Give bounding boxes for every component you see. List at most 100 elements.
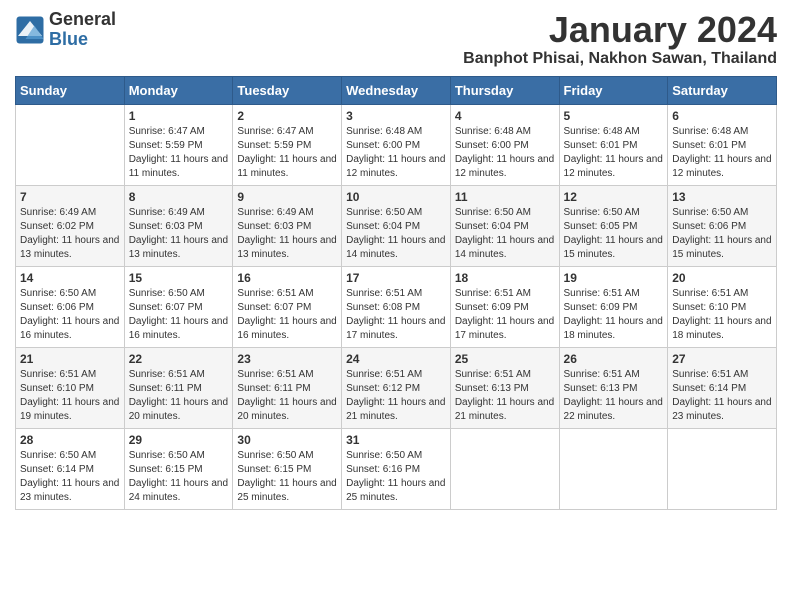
day-info: Sunrise: 6:47 AM Sunset: 5:59 PM Dayligh…	[129, 125, 229, 181]
day-of-week-header: Monday	[124, 76, 233, 104]
day-number: 20	[672, 271, 772, 285]
day-number: 7	[20, 190, 120, 204]
calendar-week-row: 7 Sunrise: 6:49 AM Sunset: 6:02 PM Daylig…	[16, 185, 777, 266]
day-info: Sunrise: 6:50 AM Sunset: 6:05 PM Dayligh…	[564, 206, 664, 262]
day-number: 14	[20, 271, 120, 285]
day-number: 27	[672, 352, 772, 366]
calendar-cell: 21 Sunrise: 6:51 AM Sunset: 6:10 PM Dayli…	[16, 347, 125, 428]
day-number: 23	[237, 352, 337, 366]
calendar-cell: 20 Sunrise: 6:51 AM Sunset: 6:10 PM Dayli…	[668, 266, 777, 347]
day-info: Sunrise: 6:51 AM Sunset: 6:11 PM Dayligh…	[129, 368, 229, 424]
day-info: Sunrise: 6:48 AM Sunset: 6:01 PM Dayligh…	[672, 125, 772, 181]
day-number: 17	[346, 271, 446, 285]
calendar-cell: 17 Sunrise: 6:51 AM Sunset: 6:08 PM Dayli…	[342, 266, 451, 347]
day-number: 22	[129, 352, 229, 366]
day-info: Sunrise: 6:51 AM Sunset: 6:11 PM Dayligh…	[237, 368, 337, 424]
day-number: 3	[346, 109, 446, 123]
logo-general: General	[49, 10, 116, 30]
calendar-cell: 19Sunrise: 6:51 AM Sunset: 6:09 PM Dayli…	[559, 266, 668, 347]
day-number: 8	[129, 190, 229, 204]
calendar-cell: 15 Sunrise: 6:50 AM Sunset: 6:07 PM Dayli…	[124, 266, 233, 347]
day-number: 5	[564, 109, 664, 123]
calendar-cell: 7 Sunrise: 6:49 AM Sunset: 6:02 PM Daylig…	[16, 185, 125, 266]
day-number: 9	[237, 190, 337, 204]
day-info: Sunrise: 6:51 AM Sunset: 6:13 PM Dayligh…	[564, 368, 664, 424]
day-number: 26	[564, 352, 664, 366]
day-info: Sunrise: 6:50 AM Sunset: 6:06 PM Dayligh…	[20, 287, 120, 343]
subtitle: Banphot Phisai, Nakhon Sawan, Thailand	[463, 50, 777, 68]
day-of-week-header: Friday	[559, 76, 668, 104]
calendar-cell: 10 Sunrise: 6:50 AM Sunset: 6:04 PM Dayli…	[342, 185, 451, 266]
day-number: 4	[455, 109, 555, 123]
day-number: 28	[20, 433, 120, 447]
day-number: 1	[129, 109, 229, 123]
day-number: 15	[129, 271, 229, 285]
calendar-cell	[559, 428, 668, 509]
day-number: 21	[20, 352, 120, 366]
day-info: Sunrise: 6:51 AM Sunset: 6:08 PM Dayligh…	[346, 287, 446, 343]
calendar-cell	[16, 104, 125, 185]
day-number: 2	[237, 109, 337, 123]
day-info: Sunrise: 6:50 AM Sunset: 6:15 PM Dayligh…	[237, 449, 337, 505]
calendar-cell	[450, 428, 559, 509]
calendar-week-row: 28 Sunrise: 6:50 AM Sunset: 6:14 PM Dayli…	[16, 428, 777, 509]
day-info: Sunrise: 6:50 AM Sunset: 6:06 PM Dayligh…	[672, 206, 772, 262]
day-of-week-header: Tuesday	[233, 76, 342, 104]
calendar-cell: 2 Sunrise: 6:47 AM Sunset: 5:59 PM Daylig…	[233, 104, 342, 185]
day-number: 19	[564, 271, 664, 285]
day-info: Sunrise: 6:50 AM Sunset: 6:16 PM Dayligh…	[346, 449, 446, 505]
day-info: Sunrise: 6:50 AM Sunset: 6:04 PM Dayligh…	[346, 206, 446, 262]
calendar-cell: 12 Sunrise: 6:50 AM Sunset: 6:05 PM Dayli…	[559, 185, 668, 266]
calendar-week-row: 14 Sunrise: 6:50 AM Sunset: 6:06 PM Dayli…	[16, 266, 777, 347]
calendar-week-row: 1 Sunrise: 6:47 AM Sunset: 5:59 PM Daylig…	[16, 104, 777, 185]
day-number: 30	[237, 433, 337, 447]
day-info: Sunrise: 6:51 AM Sunset: 6:10 PM Dayligh…	[20, 368, 120, 424]
calendar-cell	[668, 428, 777, 509]
day-info: Sunrise: 6:48 AM Sunset: 6:01 PM Dayligh…	[564, 125, 664, 181]
day-number: 25	[455, 352, 555, 366]
day-info: Sunrise: 6:51 AM Sunset: 6:10 PM Dayligh…	[672, 287, 772, 343]
calendar-cell: 25Sunrise: 6:51 AM Sunset: 6:13 PM Dayli…	[450, 347, 559, 428]
page-header: General Blue January 2024 Banphot Phisai…	[15, 10, 777, 68]
calendar-week-row: 21 Sunrise: 6:51 AM Sunset: 6:10 PM Dayli…	[16, 347, 777, 428]
day-info: Sunrise: 6:51 AM Sunset: 6:07 PM Dayligh…	[237, 287, 337, 343]
logo-blue: Blue	[49, 30, 116, 50]
day-number: 13	[672, 190, 772, 204]
calendar-cell: 22 Sunrise: 6:51 AM Sunset: 6:11 PM Dayli…	[124, 347, 233, 428]
calendar-cell: 18Sunrise: 6:51 AM Sunset: 6:09 PM Dayli…	[450, 266, 559, 347]
calendar-cell: 5 Sunrise: 6:48 AM Sunset: 6:01 PM Daylig…	[559, 104, 668, 185]
day-number: 6	[672, 109, 772, 123]
day-number: 12	[564, 190, 664, 204]
day-info: Sunrise: 6:50 AM Sunset: 6:07 PM Dayligh…	[129, 287, 229, 343]
calendar-header-row: SundayMondayTuesdayWednesdayThursdayFrid…	[16, 76, 777, 104]
main-title: January 2024	[463, 10, 777, 50]
calendar-cell: 13 Sunrise: 6:50 AM Sunset: 6:06 PM Dayli…	[668, 185, 777, 266]
day-info: Sunrise: 6:50 AM Sunset: 6:15 PM Dayligh…	[129, 449, 229, 505]
calendar-cell: 11Sunrise: 6:50 AM Sunset: 6:04 PM Dayli…	[450, 185, 559, 266]
calendar-cell: 16 Sunrise: 6:51 AM Sunset: 6:07 PM Dayli…	[233, 266, 342, 347]
day-info: Sunrise: 6:49 AM Sunset: 6:02 PM Dayligh…	[20, 206, 120, 262]
calendar-cell: 30 Sunrise: 6:50 AM Sunset: 6:15 PM Dayli…	[233, 428, 342, 509]
day-info: Sunrise: 6:50 AM Sunset: 6:14 PM Dayligh…	[20, 449, 120, 505]
calendar-cell: 28 Sunrise: 6:50 AM Sunset: 6:14 PM Dayli…	[16, 428, 125, 509]
day-info: Sunrise: 6:48 AM Sunset: 6:00 PM Dayligh…	[346, 125, 446, 181]
day-info: Sunrise: 6:51 AM Sunset: 6:09 PM Dayligh…	[455, 287, 555, 343]
day-number: 10	[346, 190, 446, 204]
calendar-cell: 4 Sunrise: 6:48 AM Sunset: 6:00 PM Daylig…	[450, 104, 559, 185]
day-info: Sunrise: 6:48 AM Sunset: 6:00 PM Dayligh…	[455, 125, 555, 181]
day-info: Sunrise: 6:49 AM Sunset: 6:03 PM Dayligh…	[237, 206, 337, 262]
calendar-cell: 24 Sunrise: 6:51 AM Sunset: 6:12 PM Dayli…	[342, 347, 451, 428]
day-info: Sunrise: 6:51 AM Sunset: 6:12 PM Dayligh…	[346, 368, 446, 424]
day-info: Sunrise: 6:47 AM Sunset: 5:59 PM Dayligh…	[237, 125, 337, 181]
calendar-cell: 23 Sunrise: 6:51 AM Sunset: 6:11 PM Dayli…	[233, 347, 342, 428]
logo-icon	[15, 15, 45, 45]
day-number: 24	[346, 352, 446, 366]
calendar-cell: 6 Sunrise: 6:48 AM Sunset: 6:01 PM Daylig…	[668, 104, 777, 185]
calendar-cell: 14 Sunrise: 6:50 AM Sunset: 6:06 PM Dayli…	[16, 266, 125, 347]
day-number: 16	[237, 271, 337, 285]
day-info: Sunrise: 6:51 AM Sunset: 6:14 PM Dayligh…	[672, 368, 772, 424]
calendar-cell: 8Sunrise: 6:49 AM Sunset: 6:03 PM Daylig…	[124, 185, 233, 266]
day-of-week-header: Wednesday	[342, 76, 451, 104]
title-block: January 2024 Banphot Phisai, Nakhon Sawa…	[463, 10, 777, 68]
calendar-cell: 27 Sunrise: 6:51 AM Sunset: 6:14 PM Dayli…	[668, 347, 777, 428]
